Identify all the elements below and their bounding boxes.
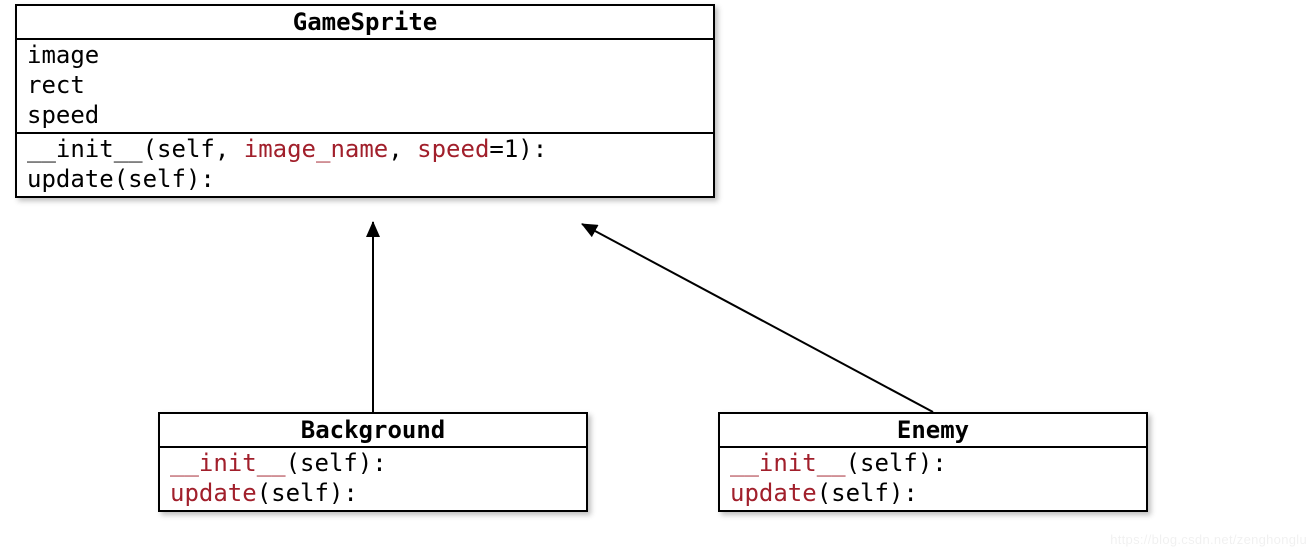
method-update: update(self): — [170, 478, 576, 508]
class-title: Background — [160, 414, 586, 448]
methods-section: __init__(self, image_name, speed=1): upd… — [17, 132, 713, 196]
attribute: rect — [27, 70, 703, 100]
attributes-section: image rect speed — [17, 40, 713, 132]
watermark: https://blog.csdn.net/zenghonglu — [1110, 532, 1307, 547]
arrow-enemy-to-gamesprite — [582, 224, 933, 412]
class-title: Enemy — [720, 414, 1146, 448]
method-update: update(self): — [730, 478, 1136, 508]
methods-section: __init__(self): update(self): — [160, 448, 586, 510]
class-gamesprite: GameSprite image rect speed __init__(sel… — [15, 4, 715, 198]
attribute: image — [27, 40, 703, 70]
class-title: GameSprite — [17, 6, 713, 40]
method-init: __init__(self, image_name, speed=1): — [27, 134, 703, 164]
class-enemy: Enemy __init__(self): update(self): — [718, 412, 1148, 512]
method-update: update(self): — [27, 164, 703, 194]
class-background: Background __init__(self): update(self): — [158, 412, 588, 512]
method-init: __init__(self): — [170, 448, 576, 478]
attribute: speed — [27, 100, 703, 130]
method-init: __init__(self): — [730, 448, 1136, 478]
methods-section: __init__(self): update(self): — [720, 448, 1146, 510]
